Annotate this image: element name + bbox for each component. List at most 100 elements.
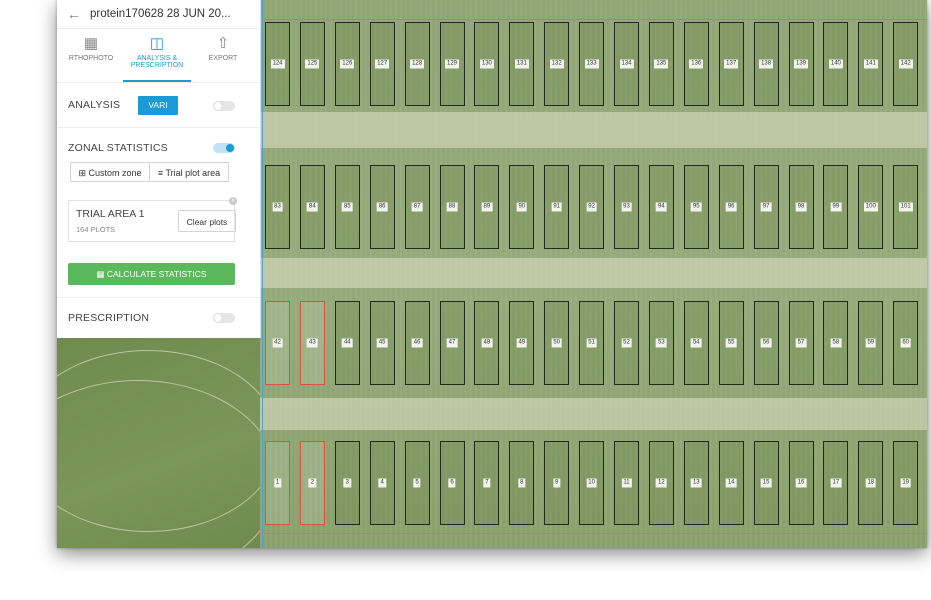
- trial-plot[interactable]: 93: [614, 165, 639, 249]
- trial-plot[interactable]: 48: [474, 301, 500, 385]
- trial-plot[interactable]: 11: [614, 441, 639, 525]
- trial-plot[interactable]: 49: [509, 301, 535, 385]
- plot-number: 15: [760, 478, 772, 488]
- trial-plot[interactable]: 86: [369, 165, 395, 249]
- trial-plot[interactable]: 5: [404, 441, 430, 525]
- trial-plot[interactable]: 94: [648, 165, 674, 249]
- plot-number: 133: [584, 59, 599, 69]
- trial-plot[interactable]: 87: [404, 165, 430, 249]
- trial-plot[interactable]: 14: [718, 441, 744, 525]
- tab-analysis-prescription[interactable]: ◫ ANALYSIS & PRESCRIPTION: [123, 30, 191, 82]
- plot-number: 124: [270, 59, 285, 69]
- trial-plot[interactable]: 47: [439, 301, 465, 385]
- trial-plot-area-button[interactable]: ≡ Trial plot area: [149, 162, 229, 182]
- tab-orthophoto[interactable]: ▦ RTHOPHOTO: [57, 30, 125, 80]
- back-arrow-icon[interactable]: ←: [67, 6, 81, 22]
- trial-plot[interactable]: 97: [753, 165, 779, 249]
- trial-plot[interactable]: 132: [544, 22, 570, 106]
- tab-export[interactable]: ⇧ EXPORT: [189, 30, 257, 80]
- trial-plot[interactable]: 92: [579, 165, 605, 249]
- trial-plot[interactable]: 18: [858, 441, 884, 525]
- trial-plot[interactable]: 9: [544, 441, 570, 525]
- trial-plot[interactable]: 15: [753, 441, 779, 525]
- trial-plot[interactable]: 57: [788, 301, 814, 385]
- trial-plot[interactable]: 95: [683, 165, 709, 249]
- trial-plot[interactable]: 45: [369, 301, 395, 385]
- trial-plot[interactable]: 124: [265, 22, 290, 106]
- trial-plot[interactable]: 4: [369, 441, 395, 525]
- trial-plot[interactable]: 53: [648, 301, 674, 385]
- trial-plot[interactable]: 90: [509, 165, 535, 249]
- trial-plot[interactable]: 125: [299, 22, 325, 106]
- trial-plot[interactable]: 1: [265, 441, 290, 525]
- trial-plot[interactable]: 99: [823, 165, 849, 249]
- calculate-statistics-label: CALCULATE STATISTICS: [106, 269, 207, 279]
- trial-plot[interactable]: 91: [544, 165, 570, 249]
- trial-plot[interactable]: 89: [474, 165, 500, 249]
- trial-plot[interactable]: 84: [299, 165, 325, 249]
- trial-plot[interactable]: 17: [823, 441, 849, 525]
- trial-plot[interactable]: 46: [404, 301, 430, 385]
- trial-plot[interactable]: 56: [753, 301, 779, 385]
- plot-number: 13: [690, 478, 702, 488]
- trial-plot[interactable]: 83: [265, 165, 290, 249]
- clear-plots-button[interactable]: Clear plots: [178, 210, 236, 232]
- trial-plot[interactable]: 140: [823, 22, 849, 106]
- plot-number: 48: [481, 338, 493, 348]
- calculate-statistics-button[interactable]: ▦ CALCULATE STATISTICS: [68, 263, 235, 285]
- trial-plot[interactable]: 85: [334, 165, 360, 249]
- trial-plot[interactable]: 59: [858, 301, 884, 385]
- trial-plot[interactable]: 52: [614, 301, 639, 385]
- trial-plot[interactable]: 8: [509, 441, 535, 525]
- trial-plot[interactable]: 138: [753, 22, 779, 106]
- trial-plot[interactable]: 88: [439, 165, 465, 249]
- plot-number: 89: [481, 202, 493, 212]
- divider: [57, 127, 260, 128]
- trial-plot[interactable]: 19: [893, 441, 919, 525]
- trial-plot[interactable]: 6: [439, 441, 465, 525]
- trial-plot[interactable]: 142: [893, 22, 919, 106]
- plot-number: 42: [272, 338, 283, 348]
- trial-plot[interactable]: 128: [404, 22, 430, 106]
- trial-plot[interactable]: 2: [299, 441, 325, 525]
- trial-plot[interactable]: 43: [299, 301, 325, 385]
- trial-plot[interactable]: 133: [579, 22, 605, 106]
- zonal-statistics-toggle[interactable]: [213, 143, 235, 153]
- trial-plot-area-label: Trial plot area: [165, 168, 221, 178]
- trial-plot[interactable]: 13: [683, 441, 709, 525]
- trial-plot[interactable]: 127: [369, 22, 395, 106]
- trial-plot[interactable]: 101: [893, 165, 919, 249]
- trial-plot[interactable]: 96: [718, 165, 744, 249]
- trial-plot[interactable]: 60: [893, 301, 919, 385]
- trial-plot[interactable]: 131: [509, 22, 535, 106]
- trial-plot[interactable]: 126: [334, 22, 360, 106]
- trial-plot[interactable]: 137: [718, 22, 744, 106]
- trial-plot[interactable]: 135: [648, 22, 674, 106]
- trial-plot[interactable]: 7: [474, 441, 500, 525]
- trial-plot[interactable]: 42: [265, 301, 290, 385]
- trial-plot[interactable]: 44: [334, 301, 360, 385]
- trial-plot[interactable]: 136: [683, 22, 709, 106]
- trial-plot[interactable]: 54: [683, 301, 709, 385]
- custom-zone-button[interactable]: ⊞ Custom zone: [70, 162, 150, 182]
- trial-plot[interactable]: 16: [788, 441, 814, 525]
- trial-plot[interactable]: 141: [858, 22, 884, 106]
- trial-plot[interactable]: 10: [579, 441, 605, 525]
- trial-plot[interactable]: 3: [334, 441, 360, 525]
- trial-plot[interactable]: 55: [718, 301, 744, 385]
- trial-plot[interactable]: 50: [544, 301, 570, 385]
- prescription-toggle[interactable]: [213, 313, 235, 323]
- vari-index-button[interactable]: VARI: [138, 96, 178, 115]
- trial-plot[interactable]: 98: [788, 165, 814, 249]
- plot-number: 100: [863, 202, 878, 212]
- trial-plot[interactable]: 129: [439, 22, 465, 106]
- trial-plot[interactable]: 51: [579, 301, 605, 385]
- trial-plot[interactable]: 130: [474, 22, 500, 106]
- analysis-toggle[interactable]: [213, 101, 235, 111]
- trial-plot[interactable]: 134: [614, 22, 639, 106]
- trial-plot[interactable]: 100: [858, 165, 884, 249]
- trial-plot[interactable]: 58: [823, 301, 849, 385]
- trial-plot[interactable]: 12: [648, 441, 674, 525]
- close-icon[interactable]: ×: [229, 197, 237, 205]
- trial-plot[interactable]: 139: [788, 22, 814, 106]
